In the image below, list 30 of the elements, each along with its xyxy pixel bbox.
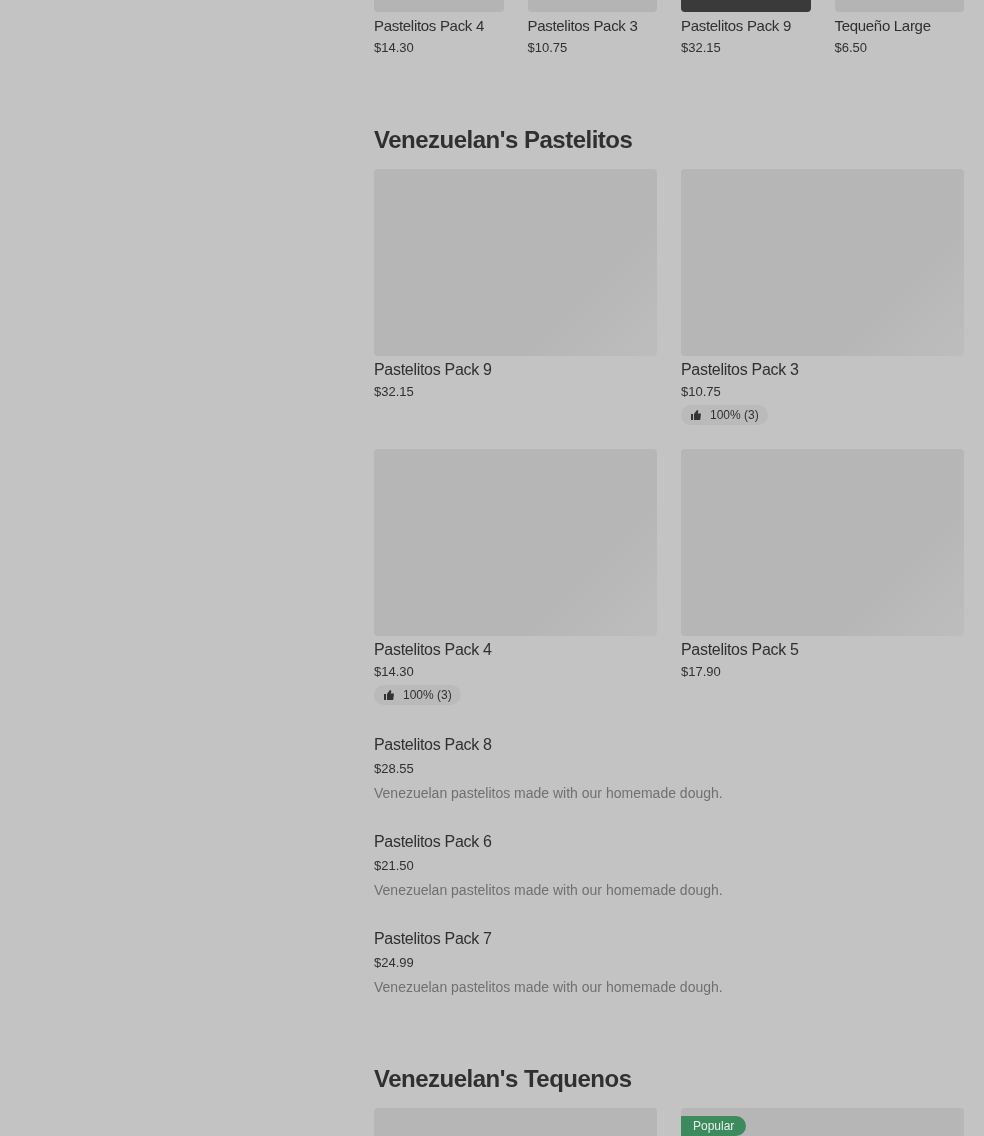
item-price: $24.99 [374, 954, 415, 972]
item-description: Venezuelan pastelitos made with our homemade dough. [374, 978, 724, 996]
item-price: $32.15 [374, 383, 415, 401]
item-name[interactable]: Pastelitos Pack 4 [374, 640, 657, 660]
section-title: Venezuelan's Tequenos [374, 1064, 633, 1094]
item-name[interactable]: Pastelitos Pack 9 [374, 360, 657, 380]
item-name[interactable]: Pastelitos Pack 6 [374, 832, 964, 852]
item-price: $21.50 [374, 857, 415, 875]
item-price: $32.15 [681, 39, 722, 57]
section-title: Venezuelan's Pastelitos [374, 125, 634, 155]
item-description: Venezuelan pastelitos made with our homemade dough. [374, 881, 724, 899]
item-name[interactable]: Pastelitos Pack 8 [374, 735, 964, 755]
rating-text: 100% (3) [710, 408, 759, 422]
item-name[interactable]: Pastelitos Pack 5 [681, 640, 964, 660]
item-name[interactable]: Pastelitos Pack 9 [681, 16, 811, 36]
item-price: $10.75 [527, 39, 569, 57]
item-price: $28.55 [374, 760, 415, 778]
item-price: $10.75 [681, 383, 722, 401]
item-price: $14.30 [374, 39, 415, 57]
item-name[interactable]: Pastelitos Pack 3 [527, 16, 657, 36]
rating-text: 100% (3) [403, 688, 452, 702]
item-name[interactable]: Tequeño Large [834, 16, 964, 36]
item-name[interactable]: Pastelitos Pack 4 [374, 16, 504, 36]
item-price: $6.50 [834, 39, 869, 57]
popular-badge: Popular [681, 1116, 747, 1136]
item-price: $14.30 [374, 663, 415, 681]
item-description: Venezuelan pastelitos made with our homemade dough. [374, 784, 724, 802]
item-name[interactable]: Pastelitos Pack 3 [681, 360, 964, 380]
item-name[interactable]: Pastelitos Pack 7 [374, 929, 964, 949]
item-price: $17.90 [681, 663, 722, 681]
